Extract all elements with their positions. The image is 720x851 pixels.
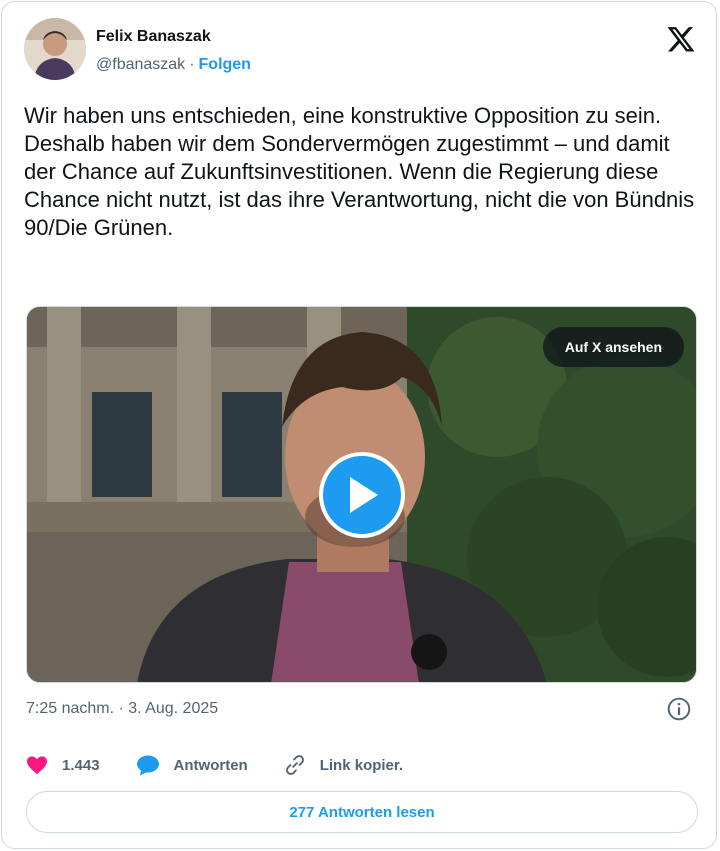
- author-handle-line: @fbanaszak · Folgen: [96, 56, 251, 74]
- tweet-card: Felix Banaszak @fbanaszak · Folgen Wir h…: [1, 1, 717, 849]
- follow-button[interactable]: Folgen: [199, 56, 251, 74]
- video-player[interactable]: Auf X ansehen: [26, 306, 697, 683]
- play-icon: [350, 477, 378, 513]
- x-logo-icon[interactable]: [666, 24, 696, 54]
- author-name-line: Felix Banaszak: [96, 28, 211, 46]
- tweet-text: Wir haben uns entschieden, eine konstruk…: [24, 103, 701, 240]
- reply-icon: [136, 755, 159, 776]
- avatar[interactable]: [24, 18, 86, 80]
- like-count: 1.443: [62, 756, 100, 774]
- author-name[interactable]: Felix Banaszak: [96, 28, 211, 46]
- handle-separator: ·: [189, 56, 195, 73]
- view-on-x-button[interactable]: Auf X ansehen: [542, 327, 684, 367]
- copy-link-button[interactable]: Link kopier.: [284, 754, 403, 776]
- tweet-header: Felix Banaszak @fbanaszak · Folgen: [24, 18, 696, 82]
- reply-label: Antworten: [173, 756, 248, 774]
- read-replies-button[interactable]: 277 Antworten lesen: [26, 791, 698, 833]
- play-button[interactable]: [319, 452, 405, 538]
- like-button[interactable]: 1.443: [26, 755, 100, 775]
- tweet-actions: 1.443 Antworten Link kopier.: [26, 752, 439, 778]
- copy-link-label: Link kopier.: [319, 756, 404, 774]
- heart-icon: [27, 756, 47, 775]
- reply-button[interactable]: Antworten: [136, 754, 248, 776]
- video-credit-overlay: [33, 347, 43, 507]
- info-icon[interactable]: [666, 696, 692, 722]
- author-handle[interactable]: @fbanaszak: [96, 56, 185, 74]
- tweet-timestamp[interactable]: 7:25 nachm. · 3. Aug. 2025: [26, 700, 218, 718]
- link-icon: [285, 755, 304, 775]
